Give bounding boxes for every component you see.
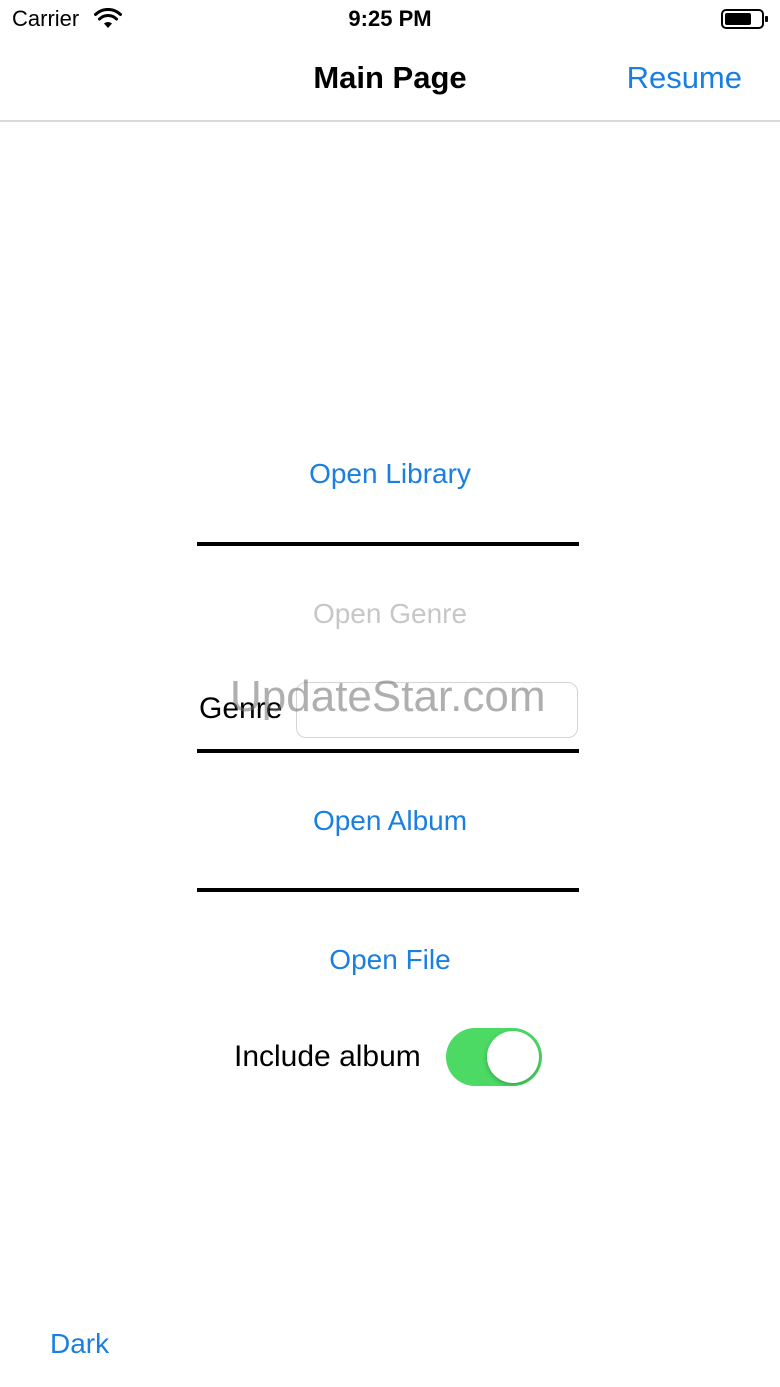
dark-button[interactable]: Dark: [50, 1328, 109, 1360]
include-album-toggle[interactable]: [446, 1028, 542, 1086]
toggle-knob: [487, 1031, 539, 1083]
navigation-bar: Main Page Resume: [0, 40, 780, 122]
genre-label: Genre: [199, 692, 283, 725]
divider-album: [197, 888, 579, 892]
status-time: 9:25 PM: [348, 6, 432, 31]
main-page-screen: Carrier 9:25 PM Main Page Resume Open Li…: [0, 0, 780, 1387]
genre-input[interactable]: [296, 682, 578, 738]
open-library-button[interactable]: Open Library: [0, 458, 780, 490]
open-album-button[interactable]: Open Album: [0, 805, 780, 837]
divider-genre: [197, 749, 579, 753]
battery-icon: [721, 9, 768, 29]
include-album-label: Include album: [234, 1040, 421, 1073]
resume-button[interactable]: Resume: [627, 60, 742, 96]
open-file-button[interactable]: Open File: [0, 944, 780, 976]
open-genre-button[interactable]: Open Genre: [0, 598, 780, 630]
status-bar: Carrier 9:25 PM: [0, 0, 780, 40]
divider-library: [197, 542, 579, 546]
